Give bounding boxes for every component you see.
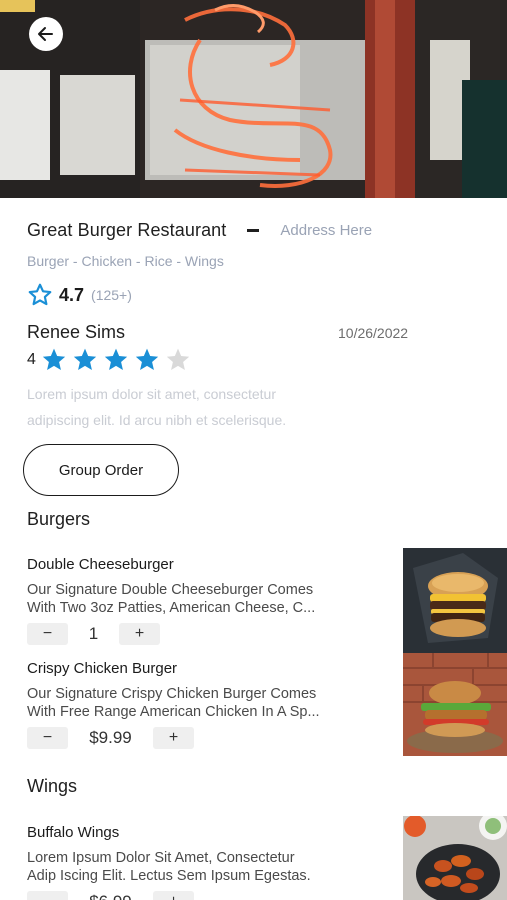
- star-filled-icon: [42, 348, 66, 370]
- quantity-value: 1: [88, 624, 99, 643]
- restaurant-address[interactable]: Address Here: [280, 222, 372, 239]
- description-line: Adip Iscing Elit. Lectus Sem Ipsum Egest…: [27, 868, 311, 884]
- menu-item-name[interactable]: Crispy Chicken Burger: [27, 660, 177, 677]
- item-price: $6.99: [68, 892, 153, 900]
- back-button[interactable]: [29, 17, 63, 51]
- restaurant-name: Great Burger Restaurant: [27, 219, 227, 240]
- rating-count: (125+): [91, 287, 132, 303]
- menu-item-name[interactable]: Buffalo Wings: [27, 824, 119, 841]
- menu-item-description: Our Signature Crispy Chicken Burger Come…: [27, 685, 332, 721]
- hero-image: [0, 0, 507, 198]
- double-cheeseburger-image[interactable]: [403, 548, 507, 653]
- description-line: Lorem Ipsum Dolor Sit Amet, Consectetur: [27, 850, 295, 866]
- star-filled-icon: [135, 348, 159, 370]
- description-line: With Free Range American Chicken In A Sp…: [27, 704, 320, 720]
- menu-item-name[interactable]: Double Cheeseburger: [27, 556, 174, 573]
- decrement-button[interactable]: −: [27, 727, 68, 749]
- star-filled-icon: [104, 348, 128, 370]
- item-price: $9.99: [89, 728, 132, 747]
- increment-button[interactable]: +: [119, 623, 160, 645]
- star-filled-icon: [73, 348, 97, 370]
- section-title-wings: Wings: [27, 776, 78, 796]
- arrow-left-icon: [38, 27, 53, 41]
- quantity-stepper: − $9.99 +: [27, 727, 194, 749]
- review-rating: 4: [27, 346, 196, 374]
- quantity-stepper: − 1 +: [27, 623, 160, 645]
- decrement-button[interactable]: −: [27, 891, 68, 900]
- increment-button[interactable]: +: [153, 727, 194, 749]
- review-date: 10/26/2022: [338, 325, 409, 341]
- buffalo-wings-image[interactable]: [403, 816, 507, 900]
- crispy-chicken-burger-image[interactable]: [403, 653, 507, 756]
- reviewer-name: Renee Sims: [27, 322, 126, 342]
- title-separator: [247, 228, 260, 232]
- restaurant-title-row: Great Burger Restaurant Address Here: [27, 218, 487, 242]
- description-line: Our Signature Crispy Chicken Burger Come…: [27, 686, 317, 702]
- review-rating-value: 4: [27, 351, 36, 368]
- quantity-stepper: − $6.99 +: [27, 891, 194, 900]
- description-line: With Two 3oz Patties, American Cheese, C…: [27, 600, 316, 616]
- group-order-button[interactable]: Group Order: [23, 444, 179, 496]
- review-text: Lorem ipsum dolor sit amet, consectetur …: [27, 386, 287, 428]
- rating-value: 4.7: [59, 284, 85, 305]
- section-title-burgers: Burgers: [27, 509, 91, 529]
- restaurant-categories: Burger - Chicken - Rice - Wings: [27, 253, 224, 269]
- menu-item-description: Our Signature Double Cheeseburger Comes …: [27, 581, 332, 617]
- star-empty-icon: [166, 348, 190, 370]
- menu-item-description: Lorem Ipsum Dolor Sit Amet, Consectetur …: [27, 849, 332, 885]
- restaurant-rating: 4.7 (125+): [27, 282, 132, 308]
- increment-button[interactable]: +: [153, 891, 194, 900]
- star-outline-icon: [28, 283, 52, 306]
- decrement-button[interactable]: −: [27, 623, 68, 645]
- description-line: Our Signature Double Cheeseburger Comes: [27, 582, 314, 598]
